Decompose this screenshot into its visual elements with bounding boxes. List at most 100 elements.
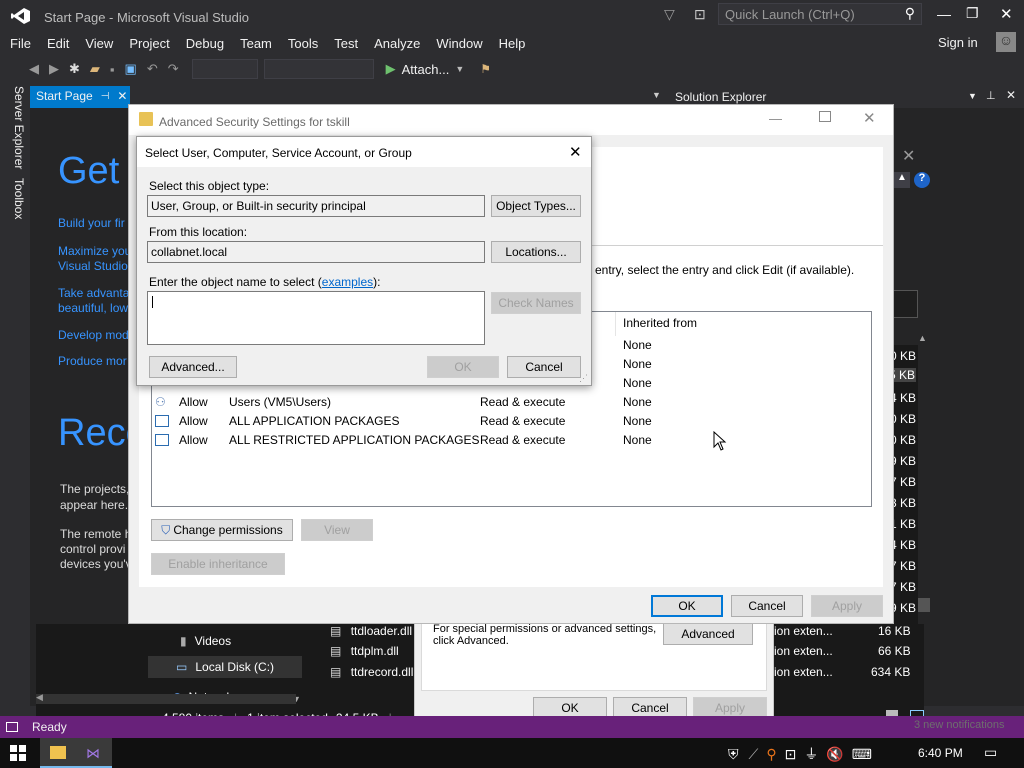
sign-in-link[interactable]: Sign in (938, 35, 978, 50)
col-header-inherited[interactable]: Inherited from (623, 316, 697, 330)
size-scroll-up-icon[interactable]: ▲ (918, 333, 927, 343)
start-link[interactable]: Build your fir (58, 216, 125, 230)
open-icon[interactable]: ▰ (90, 61, 100, 77)
dropdown-icon[interactable]: ▼ (455, 64, 464, 74)
adv-close-button[interactable]: ✕ (863, 109, 876, 127)
maximize-button[interactable]: ❐ (966, 5, 979, 22)
forward-icon[interactable]: ▶ (49, 61, 59, 77)
tab-close-icon[interactable]: ✕ (117, 89, 127, 103)
quick-launch-input[interactable]: Quick Launch (Ctrl+Q) (725, 7, 855, 22)
new-project-icon[interactable]: ✱ (69, 61, 80, 77)
adv-maximize-button[interactable] (819, 111, 831, 122)
search-tray-icon[interactable]: ⚲ (766, 746, 776, 763)
panel-dropdown-icon[interactable]: ▼ (968, 91, 977, 101)
menu-window[interactable]: Window (428, 36, 490, 51)
v-scrollbar-thumb[interactable] (918, 598, 930, 612)
save-all-icon[interactable]: ▣ (125, 61, 137, 77)
start-link[interactable]: Take advanta (58, 286, 129, 300)
filter-icon[interactable]: ▽ (664, 6, 675, 23)
se-up-icon[interactable]: ▲ (894, 172, 910, 188)
defender-icon[interactable]: ⛨ (728, 746, 739, 763)
monitor-tray-icon[interactable]: ⊡ (785, 746, 797, 763)
back-icon[interactable]: ◀ (29, 61, 39, 77)
save-icon[interactable]: ▪ (110, 62, 115, 77)
menu-help[interactable]: Help (491, 36, 534, 51)
vs-taskbar-icon[interactable]: ⋈ (76, 738, 112, 768)
help-icon[interactable]: ? (914, 172, 930, 188)
adv-title: Advanced Security Settings for tskill (159, 115, 350, 129)
menu-team[interactable]: Team (232, 36, 280, 51)
nav-item-local-disk[interactable]: ▭ Local Disk (C:) (148, 656, 302, 678)
menu-analyze[interactable]: Analyze (366, 36, 428, 51)
quick-launch-box[interactable]: Quick Launch (Ctrl+Q) ⚲ (718, 3, 922, 25)
windows-start-icon[interactable] (10, 745, 26, 761)
toolbox-tab[interactable]: Toolbox (6, 178, 26, 219)
redo-icon[interactable]: ↷ (168, 61, 179, 77)
clock[interactable]: 6:40 PM (918, 746, 963, 760)
permission-row[interactable]: ⚇ Allow Users (VM5\Users) Read & execute… (155, 393, 855, 411)
adv-cancel-button[interactable]: Cancel (731, 595, 803, 617)
panel-close-icon[interactable]: ✕ (1006, 88, 1016, 102)
start-link[interactable]: beautiful, low (58, 301, 128, 315)
find-icon[interactable]: ⚑ (480, 62, 491, 76)
minimize-button[interactable]: — (937, 6, 951, 22)
menu-test[interactable]: Test (326, 36, 366, 51)
select-close-button[interactable]: ✕ (569, 143, 582, 161)
menu-view[interactable]: View (77, 36, 121, 51)
account-icon[interactable]: ☺ (996, 32, 1016, 52)
h-scrollbar[interactable] (36, 694, 296, 704)
adv-minimize-button[interactable]: — (769, 111, 782, 126)
power-tray-icon[interactable]: ⏚ (804, 744, 818, 764)
menu-edit[interactable]: Edit (39, 36, 77, 51)
resize-grip-icon[interactable]: ⋰ (579, 373, 588, 384)
pin-icon[interactable]: ⊣ (101, 91, 110, 102)
select-ok-button: OK (427, 356, 499, 378)
start-link[interactable]: Visual Studio (58, 259, 128, 273)
row-access: Read & execute (480, 395, 566, 409)
panel-pin-icon[interactable]: ⊥ (986, 89, 996, 102)
select-cancel-button[interactable]: Cancel (507, 356, 581, 378)
tab-dropdown-icon[interactable]: ▼ (652, 90, 661, 100)
object-types-button[interactable]: Object Types... (491, 195, 581, 217)
keyboard-icon[interactable]: ⌨ (852, 746, 872, 763)
permission-row[interactable]: Allow ALL RESTRICTED APPLICATION PACKAGE… (155, 431, 855, 449)
examples-link[interactable]: examples (322, 275, 373, 289)
menu-file[interactable]: File (2, 36, 39, 51)
feedback-icon[interactable]: ⊡ (694, 6, 706, 23)
locations-button[interactable]: Locations... (491, 241, 581, 263)
row-access: Read & execute (480, 433, 566, 447)
props-advanced-button[interactable]: Advanced (663, 623, 753, 645)
start-link[interactable]: Produce mor (58, 354, 127, 368)
action-center-icon[interactable]: ▭ (984, 744, 997, 761)
adv-ok-button[interactable]: OK (651, 595, 723, 617)
notifications-badge[interactable]: 3 new notifications (914, 719, 1005, 731)
scroll-left-icon[interactable]: ◀ (36, 692, 43, 703)
server-explorer-tab[interactable]: Server Explorer (6, 86, 26, 169)
config-dropdown[interactable] (191, 59, 258, 79)
se-close-icon[interactable]: ✕ (902, 146, 915, 166)
attach-button[interactable]: Attach... (402, 62, 450, 77)
row-inherited: None (623, 338, 652, 352)
file-explorer-taskbar-icon[interactable] (40, 738, 76, 768)
menu-tools[interactable]: Tools (280, 36, 326, 51)
solution-explorer-title: Solution Explorer (675, 90, 767, 104)
object-name-input[interactable] (147, 291, 485, 345)
undo-icon[interactable]: ↶ (147, 61, 158, 77)
permission-row[interactable]: Allow ALL APPLICATION PACKAGES Read & ex… (155, 412, 855, 430)
start-page-tab[interactable]: Start Page ⊣ ✕ (30, 86, 130, 106)
change-permissions-button[interactable]: ⛉ Change permissions (151, 519, 293, 541)
start-link[interactable]: Develop mod (58, 328, 129, 342)
nav-item-videos[interactable]: ▮ Videos (180, 634, 231, 648)
menu-debug[interactable]: Debug (178, 36, 232, 51)
taskbar: ⋈ ⛨ ⟋ ⚲ ⊡ ⏚ 🔇 ⌨ 6:40 PM ▭ (0, 738, 1024, 768)
menu-bar: File Edit View Project Debug Team Tools … (0, 32, 1024, 54)
close-button[interactable]: ✕ (1000, 5, 1013, 23)
volume-muted-icon[interactable]: 🔇 (826, 746, 843, 763)
play-icon[interactable]: ▶ (386, 61, 396, 77)
location-field: collabnet.local (147, 241, 485, 263)
platform-dropdown[interactable] (263, 59, 374, 79)
start-link[interactable]: Maximize you (58, 244, 131, 258)
network-tray-icon[interactable]: ⟋ (749, 746, 759, 763)
select-advanced-button[interactable]: Advanced... (149, 356, 237, 378)
menu-project[interactable]: Project (121, 36, 177, 51)
